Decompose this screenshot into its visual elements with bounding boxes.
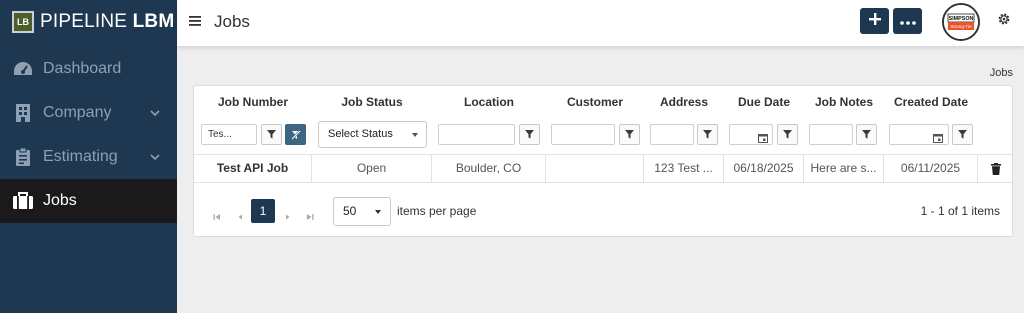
ellipsis-icon <box>899 12 916 30</box>
filter-clear-icon <box>290 129 301 140</box>
hamburger-menu-icon[interactable] <box>189 14 203 30</box>
cell-location: Boulder, CO <box>432 155 546 182</box>
brand-name-light: PIPELINE <box>40 11 128 32</box>
sidebar-item-label: Estimating <box>43 148 118 165</box>
location-filter-button[interactable] <box>519 124 540 145</box>
caret-down-icon <box>412 133 418 137</box>
filter-icon <box>525 130 534 139</box>
customer-filter-button[interactable] <box>619 124 640 145</box>
company-logo: SIMPSON Strong-Tie <box>944 5 978 39</box>
column-header-created-date[interactable]: Created Date <box>884 95 978 109</box>
trash-icon[interactable] <box>991 162 1001 175</box>
page-size-select[interactable]: 50 <box>333 197 391 226</box>
clear-filter-button[interactable] <box>285 124 306 145</box>
first-page-icon[interactable] <box>213 208 221 220</box>
gear-icon[interactable] <box>997 12 1013 28</box>
briefcase-icon <box>12 191 34 211</box>
sidebar-item-label: Company <box>43 104 112 121</box>
logo-text-top: SIMPSON <box>949 16 974 22</box>
brand-logo[interactable]: LB PIPELINE LBM <box>0 0 177 44</box>
calendar-icon[interactable] <box>758 130 768 143</box>
building-icon <box>12 103 34 123</box>
job-status-select-value: Select Status <box>328 128 393 140</box>
column-header-job-number[interactable]: Job Number <box>194 95 312 109</box>
sidebar-item-label: Dashboard <box>43 60 122 77</box>
sidebar-item-estimating[interactable]: Estimating <box>0 135 177 179</box>
table-row[interactable]: Test API Job Open Boulder, CO 123 Test .… <box>194 154 1012 183</box>
pager-info: 1 - 1 of 1 items <box>920 204 1000 218</box>
sidebar: LB PIPELINE LBM Dashboard Company Estima… <box>0 0 177 313</box>
chevron-down-icon <box>149 154 161 160</box>
address-filter-button[interactable] <box>697 124 718 145</box>
job-notes-filter-button[interactable] <box>856 124 877 145</box>
cell-due-date: 06/18/2025 <box>724 155 804 182</box>
job-number-filter-button[interactable] <box>261 124 282 145</box>
more-actions-button[interactable] <box>893 8 922 34</box>
filter-icon <box>625 130 634 139</box>
cell-job-notes: Here are s... <box>804 155 884 182</box>
page-size-label: items per page <box>397 204 477 218</box>
previous-page-icon[interactable] <box>236 208 244 220</box>
cell-created-date: 06/11/2025 <box>884 155 978 182</box>
job-number-filter-input[interactable]: Tes... <box>201 124 257 145</box>
top-header: Jobs SIMPSON Strong-Tie <box>177 0 1024 46</box>
filter-icon <box>958 130 967 139</box>
plus-icon <box>868 12 881 30</box>
caret-down-icon <box>375 210 381 214</box>
cell-job-number[interactable]: Test API Job <box>194 155 312 182</box>
current-page-button[interactable]: 1 <box>251 199 275 223</box>
column-header-address[interactable]: Address <box>644 95 724 109</box>
column-header-job-status[interactable]: Job Status <box>312 95 432 109</box>
column-header-location[interactable]: Location <box>432 95 546 109</box>
cell-job-status: Open <box>312 155 432 182</box>
filter-icon <box>783 130 792 139</box>
chevron-down-icon <box>149 110 161 116</box>
job-notes-filter-input[interactable] <box>809 124 853 145</box>
breadcrumb: Jobs <box>989 67 1013 79</box>
address-filter-input[interactable] <box>650 124 694 145</box>
cell-customer <box>546 155 644 182</box>
clipboard-icon <box>12 147 34 167</box>
filter-icon <box>703 130 712 139</box>
jobs-grid: Job Number Job Status Location Customer … <box>193 85 1013 237</box>
created-date-filter-button[interactable] <box>952 124 973 145</box>
user-avatar[interactable]: SIMPSON Strong-Tie <box>942 3 980 41</box>
column-header-customer[interactable]: Customer <box>546 95 644 109</box>
sidebar-item-jobs[interactable]: Jobs <box>0 179 177 223</box>
sidebar-item-label: Jobs <box>43 192 77 209</box>
calendar-icon[interactable] <box>933 130 943 143</box>
last-page-icon[interactable] <box>306 208 314 220</box>
sidebar-item-dashboard[interactable]: Dashboard <box>0 47 177 91</box>
filter-icon <box>267 130 276 139</box>
customer-filter-input[interactable] <box>551 124 615 145</box>
brand-name: PIPELINE LBM <box>40 11 174 33</box>
filter-icon <box>862 130 871 139</box>
next-page-icon[interactable] <box>284 208 292 220</box>
brand-name-bold: LBM <box>132 11 175 32</box>
dashboard-icon <box>12 59 34 79</box>
due-date-filter-button[interactable] <box>777 124 798 145</box>
location-filter-input[interactable] <box>438 124 515 145</box>
pager: 1 50 items per page 1 - 1 of 1 items <box>194 197 1012 226</box>
brand-logo-box: LB <box>12 11 34 33</box>
page-title: Jobs <box>214 12 250 31</box>
logo-text-bottom: Strong-Tie <box>950 24 972 29</box>
sidebar-item-company[interactable]: Company <box>0 91 177 135</box>
add-button[interactable] <box>860 8 889 34</box>
column-header-due-date[interactable]: Due Date <box>724 95 804 109</box>
job-status-select[interactable]: Select Status <box>318 121 427 148</box>
cell-address: 123 Test ... <box>644 155 724 182</box>
page-size-value: 50 <box>343 204 357 218</box>
column-header-job-notes[interactable]: Job Notes <box>804 95 884 109</box>
